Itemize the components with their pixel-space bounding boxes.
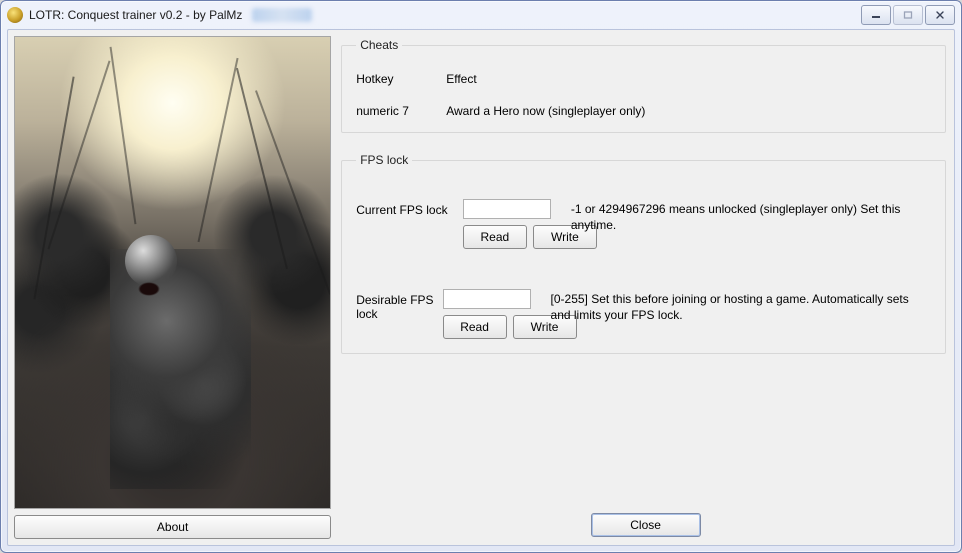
- fps-desirable-read-button[interactable]: Read: [443, 315, 507, 339]
- titlebar[interactable]: LOTR: Conquest trainer v0.2 - by PalMz: [1, 1, 961, 29]
- app-window: LOTR: Conquest trainer v0.2 - by PalMz: [0, 0, 962, 553]
- fps-current-row: Current FPS lock Read Write -1 or 429496…: [356, 199, 931, 249]
- footer: Close: [337, 513, 954, 537]
- cheats-group: Cheats Hotkey Effect numeric 7 Award a H…: [341, 38, 946, 133]
- cheats-header-effect: Effect: [446, 72, 476, 86]
- minimize-icon: [871, 11, 881, 19]
- fps-current-input[interactable]: [463, 199, 551, 219]
- close-button[interactable]: Close: [591, 513, 701, 537]
- close-icon: [935, 11, 945, 19]
- fps-desirable-row: Desirable FPS lock Read Write [0-255] Se…: [356, 289, 931, 339]
- cheats-header-row: Hotkey Effect: [356, 72, 931, 86]
- fps-desirable-input[interactable]: [443, 289, 531, 309]
- maximize-icon: [903, 11, 913, 19]
- cheats-header-hotkey: Hotkey: [356, 72, 446, 86]
- fps-group: FPS lock Current FPS lock Read Write -1 …: [341, 153, 946, 354]
- minimize-button[interactable]: [861, 5, 891, 25]
- app-icon: [7, 7, 23, 23]
- window-title: LOTR: Conquest trainer v0.2 - by PalMz: [29, 8, 242, 22]
- fps-current-label: Current FPS lock: [356, 199, 463, 217]
- maximize-button[interactable]: [893, 5, 923, 25]
- fps-desirable-label: Desirable FPS lock: [356, 289, 442, 321]
- fps-legend: FPS lock: [356, 153, 412, 167]
- cheat-effect: Award a Hero now (singleplayer only): [446, 104, 645, 118]
- right-pane: Cheats Hotkey Effect numeric 7 Award a H…: [337, 30, 954, 545]
- close-button-label: Close: [630, 518, 661, 532]
- about-button[interactable]: About: [14, 515, 331, 539]
- button-label: Read: [481, 230, 510, 244]
- button-label: Read: [460, 320, 489, 334]
- client-area: About Cheats Hotkey Effect numeric 7 Awa…: [7, 29, 955, 546]
- cheat-hotkey: numeric 7: [356, 104, 446, 118]
- fps-current-desc: -1 or 4294967296 means unlocked (singlep…: [563, 199, 931, 233]
- close-window-button[interactable]: [925, 5, 955, 25]
- fps-desirable-desc: [0-255] Set this before joining or hosti…: [543, 289, 931, 323]
- about-button-label: About: [157, 520, 188, 534]
- fps-current-read-button[interactable]: Read: [463, 225, 527, 249]
- cheats-legend: Cheats: [356, 38, 402, 52]
- titlebar-blur: [252, 8, 312, 22]
- left-pane: About: [8, 30, 337, 545]
- cheats-row: numeric 7 Award a Hero now (singleplayer…: [356, 104, 931, 118]
- artwork-image: [14, 36, 331, 509]
